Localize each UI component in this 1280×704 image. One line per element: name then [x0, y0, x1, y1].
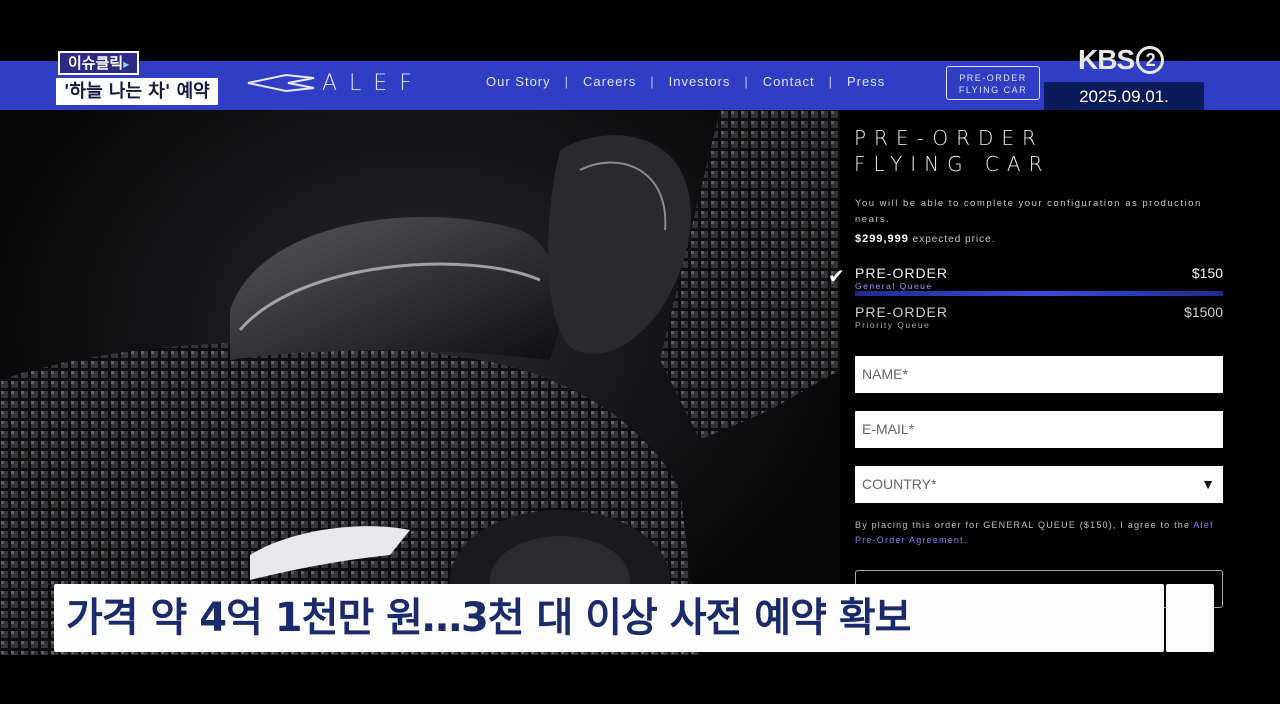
main-nav: Our Story | Careers | Investors | Contac… [486, 74, 885, 89]
nav-separator: | [828, 74, 833, 89]
nav-our-story[interactable]: Our Story [486, 74, 551, 89]
nav-press[interactable]: Press [847, 74, 885, 89]
preorder-button-line1: PRE-ORDER [959, 73, 1027, 83]
panel-title-line2: FLYING CAR [854, 152, 1051, 176]
nav-separator: | [650, 74, 655, 89]
country-placeholder: COUNTRY* [862, 476, 937, 492]
alef-wing-icon [247, 73, 315, 93]
broadcast-headline: '하늘 나는 차' 예약 [56, 78, 218, 105]
expected-price: $299,999 expected price. [855, 233, 996, 245]
option-amount: $1500 [1184, 304, 1223, 320]
agreement-body: By placing this order for GENERAL QUEUE … [855, 520, 1191, 530]
option-name: PRE-ORDER [855, 304, 949, 320]
checkmark-icon: ✔ [828, 264, 845, 288]
kbs-logo: KBS 2 [1078, 44, 1165, 76]
panel-title-line1: PRE-ORDER [854, 126, 1044, 150]
alef-logo[interactable]: ALEF [246, 70, 424, 96]
kbs-channel-name: KBS [1078, 44, 1135, 75]
car-hero-image [0, 110, 840, 655]
email-field[interactable]: E-MAIL* [855, 411, 1223, 448]
broadcast-tag: 이슈클릭▸ [58, 51, 140, 75]
nav-contact[interactable]: Contact [763, 74, 815, 89]
broadcast-date: 2025.09.01. [1044, 82, 1204, 112]
nav-separator: | [744, 74, 749, 89]
car-illustration [0, 110, 840, 655]
option-queue: Priority Queue [855, 320, 931, 330]
subtitle-edge [1166, 584, 1214, 652]
kbs-channel-number: 2 [1136, 46, 1165, 74]
price-suffix: expected price. [912, 234, 996, 245]
panel-description: You will be able to complete your config… [855, 198, 1202, 225]
nav-separator: | [564, 74, 570, 89]
nav-careers[interactable]: Careers [583, 74, 636, 89]
option-name: PRE-ORDER [855, 265, 949, 281]
country-select[interactable]: COUNTRY* ▼ [855, 466, 1223, 503]
broadcast-tag-label: 이슈클릭 [68, 54, 124, 72]
price-value: $299,999 [855, 233, 909, 245]
agreement-end: . [963, 535, 968, 545]
option-amount: $150 [1191, 265, 1223, 281]
alef-wordmark: ALEF [322, 70, 424, 96]
dropdown-caret-icon: ▼ [1201, 476, 1215, 492]
selected-option-bar [855, 291, 1223, 296]
option-priority-queue[interactable]: PRE-ORDER Priority Queue $1500 [855, 304, 1223, 330]
name-field[interactable]: NAME* [855, 356, 1223, 393]
option-queue: General Queue [855, 281, 933, 291]
panel-title: PRE-ORDER FLYING CAR [854, 125, 1050, 177]
option-general-queue[interactable]: PRE-ORDER General Queue $150 [855, 265, 1223, 291]
preorder-flying-car-button[interactable]: PRE-ORDER FLYING CAR [946, 66, 1040, 100]
cursor-icon: ▸ [123, 57, 130, 71]
preorder-button-line2: FLYING CAR [958, 85, 1028, 95]
news-subtitle: 가격 약 4억 1천만 원…3천 대 이상 사전 예약 확보 [54, 584, 1164, 652]
agreement-text: By placing this order for GENERAL QUEUE … [855, 518, 1225, 548]
nav-investors[interactable]: Investors [669, 74, 731, 89]
